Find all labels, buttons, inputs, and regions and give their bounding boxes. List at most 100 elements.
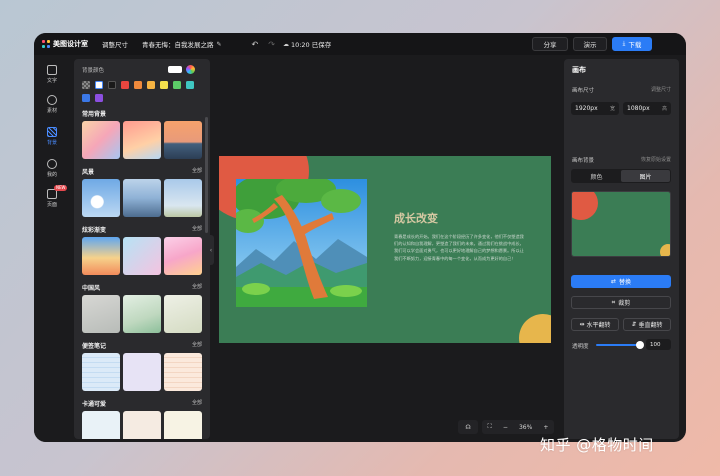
edit-title-icon[interactable]: ✎ [217,41,222,48]
bg-thumb[interactable] [164,353,202,391]
resize-button[interactable]: 调整尺寸 [102,39,128,49]
section-title-landscape: 风景 [82,169,95,176]
section-title-gradient: 炫彩渐变 [82,227,107,234]
app-window: 美图设计室 调整尺寸 青春无悔：自我发展之路 ✎ ↶ ↷ ☁ 10:20 已保存… [34,33,686,442]
teal-swatch[interactable] [186,81,194,89]
green-swatch[interactable] [173,81,181,89]
height-unit: 高 [661,106,667,112]
nav-label: 素材 [46,108,57,114]
nav-label: 页面 [46,202,57,208]
fit-screen-icon[interactable]: ⛶ [488,423,492,431]
bg-thumb[interactable] [164,237,202,275]
opacity-slider-track[interactable] [596,344,640,346]
bg-thumb[interactable] [82,179,120,217]
flip-vertical-label: 垂直翻转 [638,322,663,329]
nav-item-text[interactable]: 文字 [34,65,70,84]
red-swatch[interactable] [121,81,129,89]
see-all-landscape[interactable]: 全部 [192,167,202,174]
amber-swatch[interactable] [147,81,155,89]
text-icon [47,65,57,75]
zoom-level[interactable]: 36% [519,424,532,431]
zoom-in-icon[interactable]: + [543,424,548,431]
bg-thumb[interactable] [123,353,161,391]
background-icon [47,127,57,137]
reset-link[interactable]: 恢复原始设置 [641,156,671,163]
section-title-cartoon: 卡通可爱 [82,401,107,408]
bg-thumb[interactable] [164,411,202,439]
undo-icon[interactable]: ↶ [252,40,259,49]
bg-thumb[interactable] [123,411,161,439]
bg-type-toggle: 颜色 图片 [571,169,671,183]
app-logo[interactable]: 美图设计室 [42,39,88,49]
tab-image[interactable]: 图片 [621,170,670,182]
help-button[interactable]: ☊ [458,420,478,434]
present-button[interactable]: 演示 [573,37,607,51]
nav-label: 背景 [46,140,57,146]
white-swatch[interactable] [95,81,103,89]
see-all-notes[interactable]: 全部 [192,341,202,348]
nav-item-assets[interactable]: 素材 [34,95,70,114]
replace-button[interactable]: ⇄ 替换 [571,275,671,288]
current-color-chip[interactable] [168,66,182,73]
app-name: 美图设计室 [53,40,88,48]
bg-thumb[interactable] [82,121,120,159]
zoom-out-icon[interactable]: − [503,424,508,431]
transparent-swatch[interactable] [82,81,90,89]
slide-title[interactable]: 成长改变 [394,210,438,226]
black-swatch[interactable] [108,81,116,89]
bg-thumb[interactable] [164,179,202,217]
blue-swatch[interactable] [82,94,90,102]
zoom-controls: ⛶ − 36% + [482,420,554,434]
opacity-input[interactable]: 100 [646,339,671,350]
nav-item-pages[interactable]: NEW 页面 [34,185,70,208]
bg-thumb[interactable] [123,179,161,217]
bg-thumb[interactable] [82,353,120,391]
tab-color[interactable]: 颜色 [572,170,621,182]
height-value: 1080px [627,105,650,112]
bg-thumb[interactable] [123,237,161,275]
bg-thumb[interactable] [82,411,120,439]
download-button[interactable]: ⤓ 下载 [612,37,652,51]
download-icon: ⤓ [622,40,626,47]
see-all-chinese[interactable]: 全部 [192,283,202,290]
bg-thumb[interactable] [82,237,120,275]
see-all-gradient[interactable]: 全部 [192,225,202,232]
opacity-slider-thumb[interactable] [636,341,644,349]
bg-thumb[interactable] [164,295,202,333]
nav-label: 我的 [46,172,57,178]
height-input[interactable]: 1080px 高 [623,102,671,115]
redo-icon[interactable]: ↷ [268,40,275,49]
flip-horizontal-button[interactable]: ⇹ 水平翻转 [571,318,619,331]
panel-scrollbar[interactable] [205,117,208,233]
slide-body-text[interactable]: 青春是成长的开始。我们在这个阶段经历了许多变化，他们不仅塑造我们的认知和自我理解… [394,233,526,262]
see-all-cartoon[interactable]: 全部 [192,399,202,406]
canvas-bg-label: 画布背景 [572,158,595,164]
resize-link[interactable]: 调整尺寸 [651,86,671,93]
width-input[interactable]: 1920px 宽 [571,102,619,115]
slide-canvas[interactable]: 成长改变 青春是成长的开始。我们在这个阶段经历了许多变化，他们不仅塑造我们的认知… [219,156,551,343]
section-title-notes: 便签笔记 [82,343,107,350]
nav-item-background[interactable]: 背景 [34,127,70,146]
share-button[interactable]: 分享 [532,37,568,51]
orange-swatch[interactable] [134,81,142,89]
document-title[interactable]: 青春无悔：自我发展之路 [142,39,214,49]
download-label: 下载 [628,41,642,49]
opacity-label: 透明度 [572,344,589,350]
bg-thumb[interactable] [164,121,202,159]
nav-item-mine[interactable]: 我的 [34,159,70,178]
color-picker-icon[interactable] [186,65,195,74]
section-title-chinese: 中国风 [82,285,101,292]
left-nav: 文字 素材 背景 我的 NEW 页面 [34,55,70,442]
bg-thumb[interactable] [82,295,120,333]
purple-swatch[interactable] [95,94,103,102]
flip-vertical-button[interactable]: ⇵ 垂直翻转 [623,318,671,331]
canvas-size-label: 画布尺寸 [572,88,595,94]
panel-title: 画布 [572,66,586,74]
background-panel: 背景颜色 常用背景 风景 全部 炫彩渐变 全部 中国风 全部 便签笔记 全部 卡… [74,59,210,439]
tree-illustration[interactable] [236,179,367,307]
yellow-swatch[interactable] [160,81,168,89]
bg-thumb[interactable] [123,295,161,333]
bg-thumb[interactable] [123,121,161,159]
yellow-circle-shape[interactable] [519,314,551,343]
crop-button[interactable]: ⌗ 裁剪 [571,296,671,309]
